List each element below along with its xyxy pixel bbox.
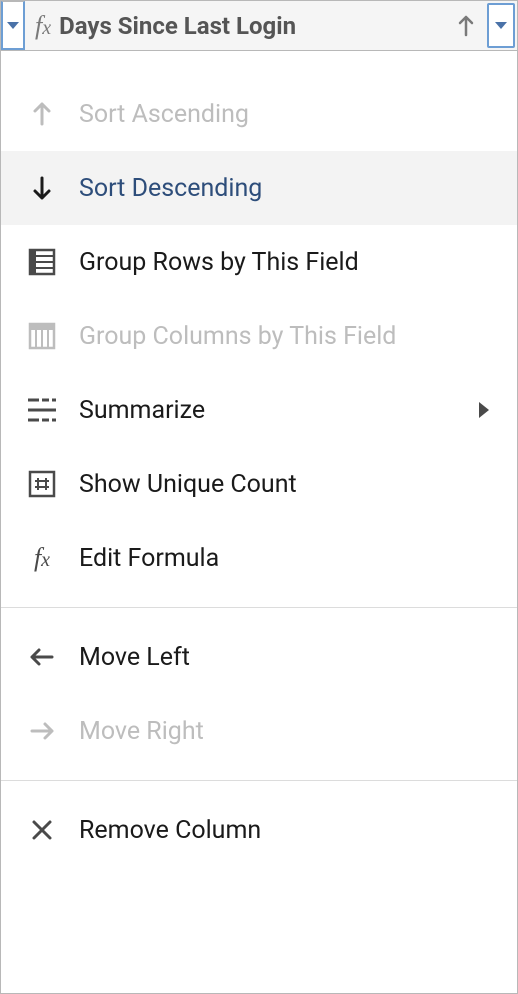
chevron-right-icon (477, 400, 491, 420)
remove-column-item[interactable]: Remove Column (1, 793, 517, 867)
menu-item-label: Move Right (79, 717, 491, 746)
group-rows-item[interactable]: Group Rows by This Field (1, 225, 517, 299)
menu-item-label: Sort Descending (79, 174, 491, 203)
column-title: Days Since Last Login (59, 12, 449, 40)
menu-item-label: Group Columns by This Field (79, 322, 491, 351)
formula-icon: fx (35, 11, 51, 41)
sort-descending-item[interactable]: Sort Descending (1, 151, 517, 225)
arrow-right-icon (27, 716, 57, 746)
column-context-menu: Sort Ascending Sort Descending Group Row… (1, 51, 517, 993)
menu-item-label: Edit Formula (79, 544, 491, 573)
column-dropdown-button[interactable] (487, 3, 515, 48)
edit-formula-item[interactable]: fx Edit Formula (1, 521, 517, 595)
column-header[interactable]: fx Days Since Last Login (25, 1, 485, 50)
chevron-down-icon (7, 22, 19, 29)
menu-item-label: Sort Ascending (79, 100, 491, 129)
group-columns-icon (27, 321, 57, 351)
menu-divider (1, 607, 517, 608)
menu-item-label: Remove Column (79, 816, 491, 845)
menu-item-label: Show Unique Count (79, 470, 491, 499)
sort-ascending-item: Sort Ascending (1, 77, 517, 151)
arrow-down-icon (27, 173, 57, 203)
summarize-icon (27, 395, 57, 425)
sort-ascending-indicator-icon (457, 15, 475, 37)
arrow-left-icon (27, 642, 57, 672)
move-left-item[interactable]: Move Left (1, 620, 517, 694)
menu-item-label: Summarize (79, 396, 455, 425)
arrow-up-icon (27, 99, 57, 129)
close-icon (27, 815, 57, 845)
prev-column-dropdown[interactable] (1, 1, 25, 50)
hash-icon (27, 469, 57, 499)
column-menu-panel: fx Days Since Last Login Sort Ascending … (0, 0, 518, 994)
move-right-item: Move Right (1, 694, 517, 768)
formula-icon: fx (27, 543, 57, 573)
group-columns-item: Group Columns by This Field (1, 299, 517, 373)
column-header-row: fx Days Since Last Login (1, 1, 517, 51)
menu-item-label: Move Left (79, 643, 491, 672)
menu-divider (1, 780, 517, 781)
group-rows-icon (27, 247, 57, 277)
chevron-down-icon (495, 22, 507, 29)
summarize-item[interactable]: Summarize (1, 373, 517, 447)
show-unique-count-item[interactable]: Show Unique Count (1, 447, 517, 521)
menu-item-label: Group Rows by This Field (79, 248, 491, 277)
